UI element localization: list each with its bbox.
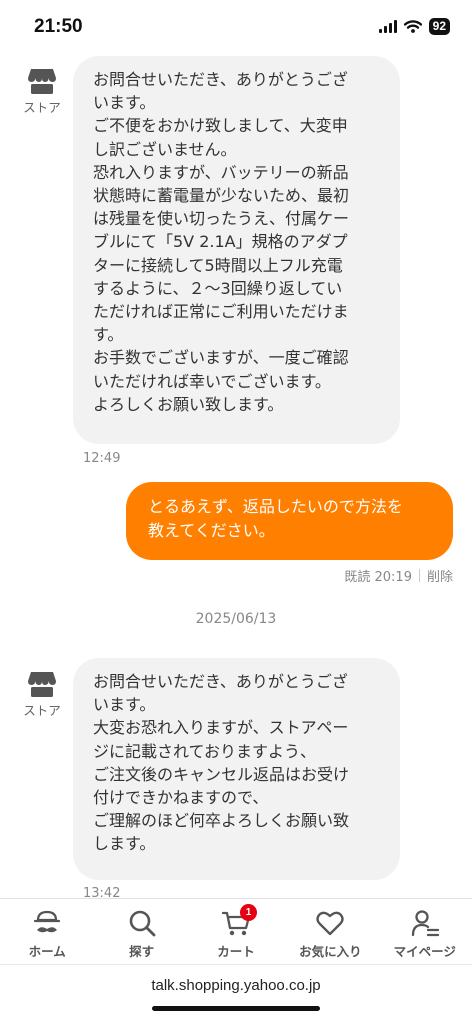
status-bar: 21:50 92 [0,0,472,56]
tab-search[interactable]: 探す [95,899,189,964]
tab-label: カート [217,944,255,959]
message-meta: 既読 20:19 削除 [344,566,453,585]
store-icon [28,69,56,94]
cellular-signal-icon [378,20,397,33]
tab-label: マイページ [393,944,456,959]
bottom-tab-bar: ホーム 探す 1 カート お気に入り マイページ [0,898,472,964]
store-icon [28,672,56,697]
home-indicator[interactable] [152,1006,320,1011]
wifi-icon [403,20,422,33]
heart-icon [316,911,345,936]
search-icon [129,910,155,937]
read-receipt: 既読 20:19 [344,570,412,585]
status-time: 21:50 [34,16,83,37]
message-time: 12:49 [83,451,121,466]
url-text[interactable]: talk.shopping.yahoo.co.jp [0,977,472,994]
profile-icon [411,910,439,937]
incoming-message-bubble: お問合せいただき、ありがとうござ います。 大変お恐れ入りますが、ストアペー ジ… [73,658,400,880]
tab-home[interactable]: ホーム [0,899,94,964]
browser-url-bar[interactable]: talk.shopping.yahoo.co.jp [0,964,472,1024]
store-avatar[interactable]: ストア [21,670,63,719]
date-divider: 2025/06/13 [195,611,277,627]
store-avatar[interactable]: ストア [21,67,63,116]
tab-label: ホーム [28,944,66,959]
status-indicators: 92 [378,18,450,35]
outgoing-message-bubble: とるあえず、返品したいので方法を 教えてください。 [126,482,453,560]
store-label: ストア [23,100,61,115]
divider [418,569,420,582]
tab-label: お気に入り [299,944,362,959]
tab-label: 探す [129,944,155,959]
delete-link[interactable]: 削除 [427,566,453,585]
tab-mypage[interactable]: マイページ [378,899,472,964]
home-mustache-icon [34,910,61,933]
cart-count-badge: 1 [239,904,257,921]
battery-indicator: 92 [428,18,450,35]
tab-favorites[interactable]: お気に入り [283,899,377,964]
incoming-message-bubble: お問合せいただき、ありがとうござ います。 ご不便をおかけ致しまして、大変申 し… [73,56,400,444]
tab-cart[interactable]: 1 カート [189,899,283,964]
store-label: ストア [23,703,61,718]
